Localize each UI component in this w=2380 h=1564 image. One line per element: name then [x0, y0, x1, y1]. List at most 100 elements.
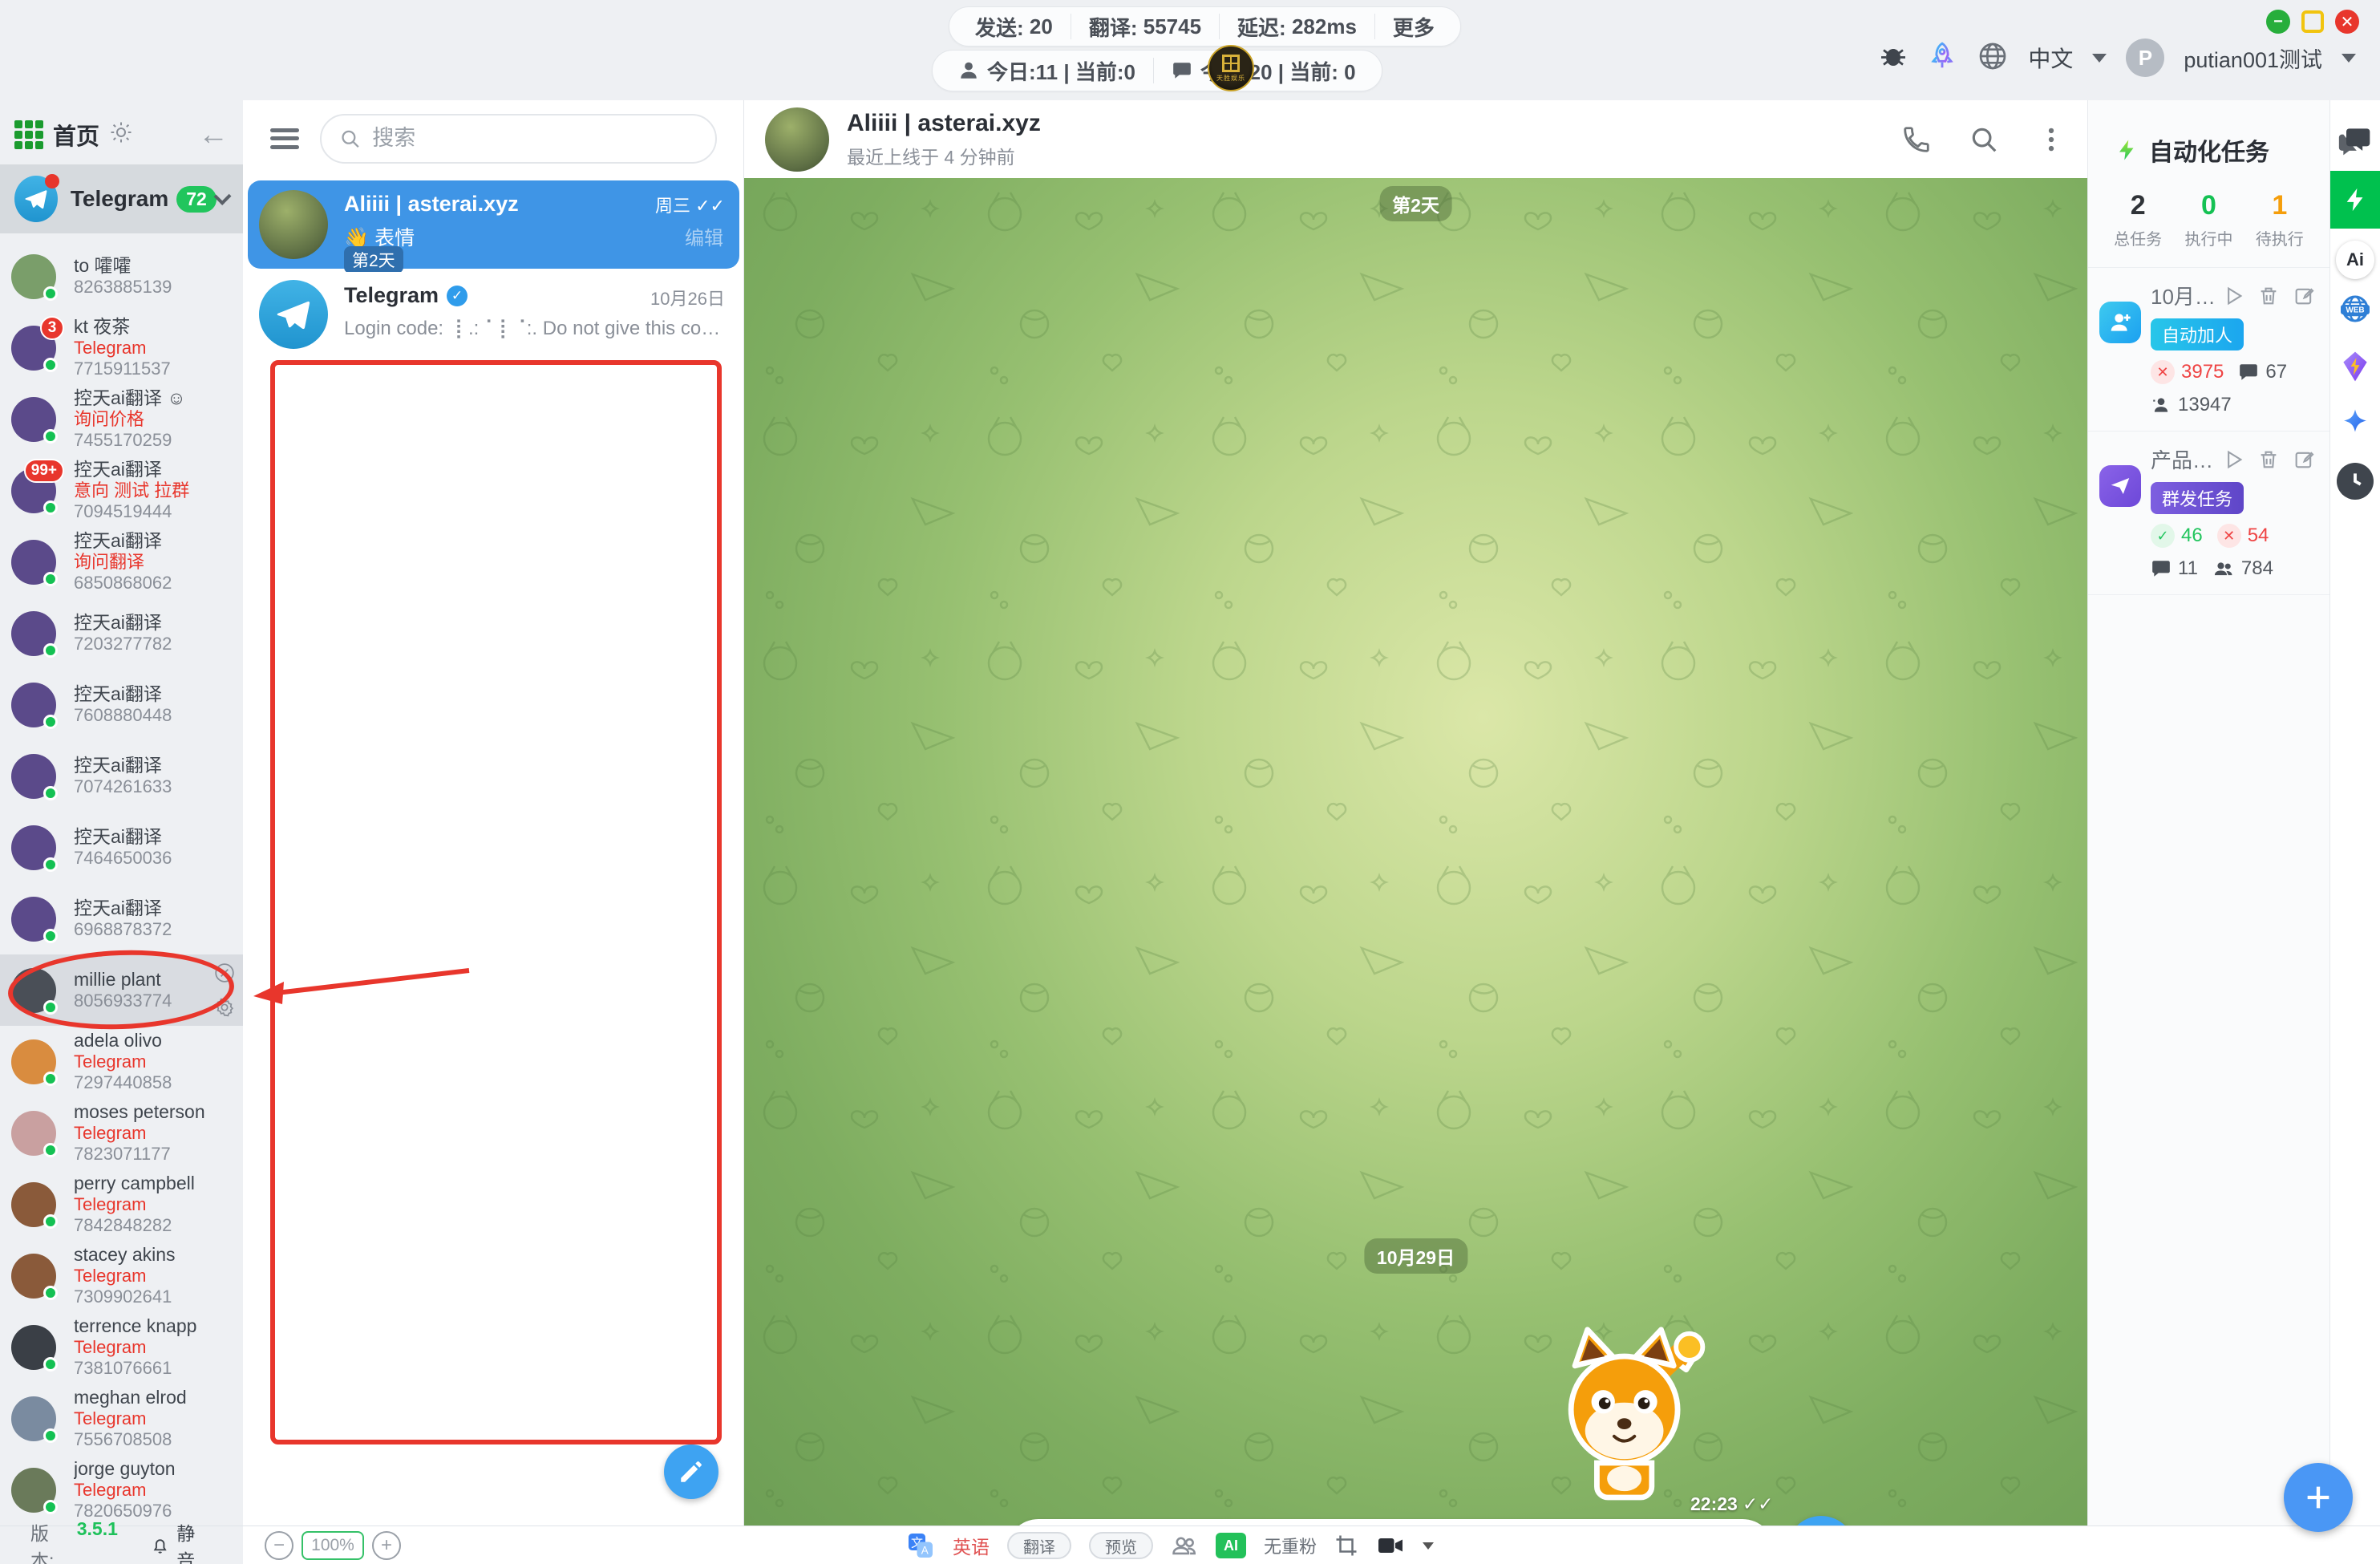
- no-duplicate-label[interactable]: 无重粉: [1264, 1533, 1317, 1558]
- message-input-bar: Ai: [1006, 1519, 1775, 1526]
- search-input[interactable]: [372, 126, 698, 151]
- bug-icon[interactable]: [1879, 42, 1908, 75]
- chat-status: 最近上线于 4 分钟前: [847, 142, 1041, 169]
- target-language-label[interactable]: 英语: [953, 1532, 990, 1559]
- account-list-item[interactable]: jorge guyton Telegram 7820650976: [0, 1454, 243, 1526]
- phone-icon[interactable]: [1901, 124, 1932, 155]
- close-account-icon[interactable]: [214, 962, 235, 983]
- ai-toggle-badge[interactable]: AI: [1216, 1533, 1246, 1558]
- account-id: 6850868062: [74, 573, 172, 594]
- date-chip[interactable]: 10月29日: [1364, 1238, 1467, 1274]
- account-list-item[interactable]: millie plant 8056933774: [0, 954, 243, 1026]
- contacts-icon[interactable]: [1171, 1532, 1198, 1559]
- more-button[interactable]: 更多: [1374, 14, 1452, 39]
- rocket-icon[interactable]: [1927, 41, 1957, 75]
- account-list-item[interactable]: adela olivo Telegram 7297440858: [0, 1026, 243, 1097]
- screen-record-icon[interactable]: [1376, 1531, 1405, 1560]
- search-chat-icon[interactable]: [1969, 124, 1999, 155]
- task-item-auto-add[interactable]: 10月28日... 自动加人 ✕3975 67 13947: [2088, 268, 2329, 432]
- account-list-item[interactable]: stacey akins Telegram 7309902641: [0, 1240, 243, 1311]
- account-list-item[interactable]: 控天ai翻译 7608880448: [0, 669, 243, 740]
- sparkle-icon[interactable]: [2338, 407, 2372, 440]
- account-list-item[interactable]: 3 kt 夜茶 Telegram 7715911537: [0, 312, 243, 383]
- online-dot: [43, 358, 58, 372]
- account-list-item[interactable]: 控天ai翻译 7203277782: [0, 598, 243, 669]
- kebab-menu-icon[interactable]: [2036, 124, 2066, 155]
- task-item-broadcast[interactable]: 产品介绍 群发任务 ✓46 ✕54 11 784: [2088, 432, 2329, 595]
- account-list-item[interactable]: 99+ 控天ai翻译 意向 测试 拉群 7094519444: [0, 455, 243, 526]
- user-avatar[interactable]: P: [2126, 38, 2164, 77]
- account-list-item[interactable]: perry campbell Telegram 7842848282: [0, 1169, 243, 1240]
- apps-grid-icon[interactable]: [14, 120, 43, 149]
- account-list-item[interactable]: meghan elrod Telegram 7556708508: [0, 1383, 243, 1454]
- account-list-item[interactable]: 控天ai翻译 6968878372: [0, 883, 243, 954]
- chat-time: 周三 ✓✓: [655, 192, 725, 217]
- chats-rail-icon[interactable]: [2338, 123, 2373, 158]
- username[interactable]: putian001测试: [2184, 43, 2322, 74]
- preview-button[interactable]: 预览: [1089, 1532, 1153, 1559]
- added-users-icon: [2151, 395, 2172, 415]
- chevron-down-icon[interactable]: [213, 188, 231, 205]
- maximize-button[interactable]: [2301, 10, 2324, 33]
- account-name: jorge guyton: [74, 1458, 176, 1480]
- account-list-item[interactable]: 控天ai翻译 7464650036: [0, 812, 243, 883]
- user-caret-icon[interactable]: [2342, 54, 2356, 63]
- add-task-button[interactable]: [2284, 1463, 2353, 1532]
- record-options-caret-icon[interactable]: [1423, 1542, 1434, 1550]
- mute-toggle[interactable]: 静音: [150, 1518, 212, 1564]
- automation-rail-icon-active[interactable]: [2330, 171, 2380, 229]
- account-list-item[interactable]: 控天ai翻译 7074261633: [0, 740, 243, 812]
- account-subtitle: Telegram: [74, 1051, 172, 1072]
- trash-icon[interactable]: [2257, 285, 2280, 307]
- online-dot: [43, 857, 58, 872]
- online-dot: [43, 286, 58, 301]
- account-list-item[interactable]: to 嚯嚯 8263885139: [0, 241, 243, 312]
- ai-rail-icon[interactable]: Ai: [2336, 241, 2374, 279]
- account-name: 控天ai翻译 ☺: [74, 387, 186, 409]
- vip-diamond-icon[interactable]: [2338, 349, 2373, 384]
- crop-icon[interactable]: [1334, 1534, 1358, 1558]
- zoom-out-button[interactable]: −: [265, 1531, 293, 1560]
- play-icon[interactable]: [2222, 448, 2244, 471]
- home-label[interactable]: 首页: [53, 118, 99, 152]
- account-avatar: [11, 1468, 56, 1513]
- edit-icon[interactable]: [2293, 285, 2315, 307]
- minimize-button[interactable]: −: [2266, 10, 2290, 34]
- zoom-in-button[interactable]: +: [372, 1531, 401, 1560]
- summary-total: 2总任务: [2114, 190, 2162, 249]
- history-clock-icon[interactable]: [2337, 463, 2374, 500]
- web-rail-icon[interactable]: WEB: [2336, 291, 2374, 330]
- translate-icon[interactable]: 文A: [906, 1531, 935, 1560]
- language-selector[interactable]: 中文: [2028, 42, 2073, 74]
- compose-button[interactable]: [664, 1444, 718, 1499]
- chat-item-selected[interactable]: Aliiii | asterai.xyz 周三 ✓✓ 👋 表情 编辑 第2天: [248, 180, 739, 269]
- platform-group-header[interactable]: Telegram 72: [0, 164, 243, 233]
- language-caret-icon[interactable]: [2092, 54, 2107, 63]
- translate-button[interactable]: 翻译: [1007, 1532, 1071, 1559]
- account-list-item[interactable]: moses peterson Telegram 7823071177: [0, 1097, 243, 1169]
- edit-icon[interactable]: [2293, 448, 2315, 471]
- account-list-item[interactable]: 控天ai翻译 询问翻译 6850868062: [0, 526, 243, 598]
- gear-icon[interactable]: [214, 997, 235, 1018]
- menu-hamburger-icon[interactable]: [270, 128, 299, 149]
- window-controls: − ✕: [2266, 10, 2359, 34]
- chat-item-telegram[interactable]: Telegram✓ 10月26日 Login code: ⢸ .:⠈⢸ ⠈:. …: [248, 272, 739, 357]
- account-texts: 控天ai翻译 7074261633: [74, 755, 172, 797]
- brand-avatar[interactable]: 天胜娱乐: [1208, 45, 1254, 91]
- theme-sun-icon[interactable]: [109, 120, 133, 148]
- collapse-back-icon[interactable]: ←: [198, 120, 229, 150]
- play-icon[interactable]: [2222, 285, 2244, 307]
- search-box[interactable]: [320, 114, 717, 164]
- account-list-item[interactable]: terrence knapp Telegram 7381076661: [0, 1311, 243, 1383]
- bell-icon: [150, 1535, 170, 1556]
- account-list-item[interactable]: 控天ai翻译 ☺ 询问价格 7455170259: [0, 383, 243, 455]
- account-id: 7823071177: [74, 1144, 205, 1165]
- account-name: stacey akins: [74, 1244, 176, 1266]
- chat-edit-label[interactable]: 编辑: [685, 222, 723, 250]
- close-button[interactable]: ✕: [2335, 10, 2359, 34]
- chat-header-avatar[interactable]: [765, 107, 829, 172]
- fox-sticker[interactable]: [1542, 1317, 1714, 1505]
- account-texts: 控天ai翻译 ☺ 询问价格 7455170259: [74, 387, 186, 451]
- trash-icon[interactable]: [2257, 448, 2280, 471]
- online-dot: [43, 786, 58, 800]
